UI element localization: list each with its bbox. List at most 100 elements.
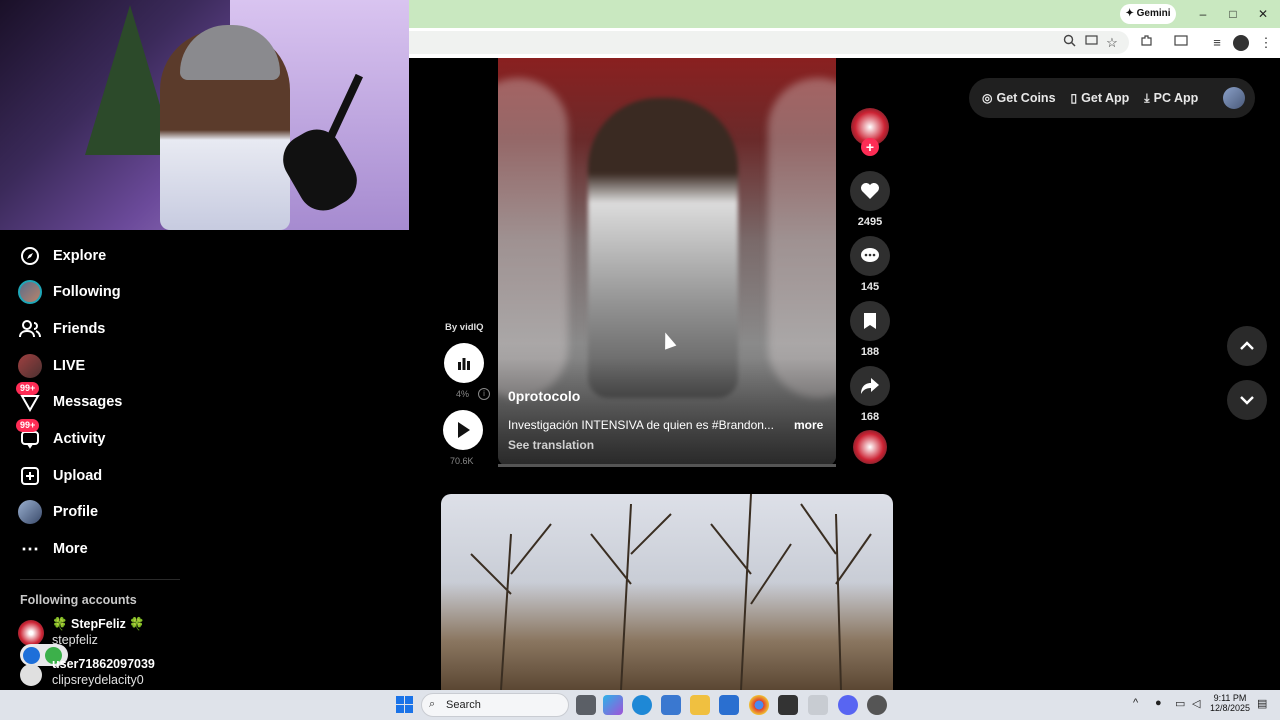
chrome-icon[interactable] (749, 695, 769, 715)
sidebar-item-activity[interactable]: 99+ Activity (16, 419, 208, 455)
get-coins-link[interactable]: ◎ Get Coins (982, 91, 1056, 105)
mail-icon[interactable] (719, 695, 739, 715)
share-button[interactable] (850, 366, 890, 406)
previous-video-button[interactable] (1227, 326, 1267, 366)
get-app-label: Get App (1081, 91, 1130, 105)
microphone-icon[interactable]: ● (1155, 697, 1162, 709)
close-window-button[interactable]: ✕ (1248, 4, 1278, 24)
sidebar-item-messages[interactable]: 99+ Messages (16, 382, 208, 418)
discord-icon[interactable] (838, 695, 858, 715)
account-avatar[interactable] (18, 620, 44, 646)
activity-icon: 99+ (16, 419, 42, 451)
like-button[interactable] (850, 171, 890, 211)
sidebar-item-label: Messages (53, 394, 123, 410)
file-explorer-icon[interactable] (690, 695, 710, 715)
taskbar-search[interactable]: ⌕ Search (421, 693, 569, 717)
search-icon: ⌕ (429, 698, 436, 710)
vidiq-stats-button[interactable] (444, 343, 484, 383)
minimize-button[interactable]: – (1188, 4, 1218, 24)
profile-avatar (18, 500, 42, 524)
account-name[interactable]: 🍀 StepFeliz 🍀 (52, 617, 145, 632)
taskbar-clock[interactable]: 9:11 PM 12/8/2025 (1208, 693, 1252, 713)
sidebar-item-following[interactable]: Following (18, 276, 208, 308)
play-button[interactable] (443, 410, 483, 450)
sidebar-item-more[interactable]: ⋯ More (18, 533, 208, 565)
account-name[interactable]: user71862097039 (52, 657, 155, 671)
windows-start-icon[interactable] (396, 696, 413, 713)
chevron-up-icon (1240, 341, 1254, 350)
address-bar[interactable] (409, 31, 1129, 54)
edge-icon[interactable] (632, 695, 652, 715)
network-icon[interactable]: ▭ (1175, 697, 1185, 710)
app-icon[interactable] (867, 695, 887, 715)
obs-icon[interactable] (778, 695, 798, 715)
cast-icon[interactable] (1082, 34, 1100, 52)
sound-disc-avatar[interactable] (853, 430, 887, 464)
notification-icon[interactable]: ▤ (1257, 697, 1267, 710)
store-icon[interactable] (661, 695, 681, 715)
video-player[interactable] (498, 58, 836, 466)
download-icon: ⤓ (1144, 90, 1150, 105)
gemini-button[interactable]: ✦ Gemini (1120, 4, 1176, 24)
heart-icon (861, 183, 879, 199)
info-icon[interactable]: i (478, 388, 490, 400)
volume-icon[interactable]: ◁ (1192, 697, 1200, 710)
xbox-icon[interactable] (808, 695, 828, 715)
task-view-icon[interactable] (576, 695, 596, 715)
video-frame-blur-right (768, 78, 836, 398)
sidebar-item-label: More (53, 541, 88, 557)
sidebar-item-profile[interactable]: Profile (18, 496, 208, 528)
account-handle[interactable]: clipsreydelacity0 (52, 673, 144, 687)
get-app-link[interactable]: ▯ Get App (1071, 91, 1130, 105)
see-translation-link[interactable]: See translation (508, 438, 594, 452)
trees-thumbnail (470, 494, 872, 690)
vidiq-logo-icon (23, 646, 40, 664)
video-progress-bar[interactable] (498, 464, 836, 467)
browser-profile-avatar[interactable] (1233, 35, 1249, 51)
clock-time: 9:11 PM (1213, 693, 1247, 703)
caption-more-link[interactable]: more (794, 418, 823, 432)
sidebar-item-friends[interactable]: Friends (18, 313, 208, 345)
like-count: 2495 (857, 216, 883, 228)
account-avatar[interactable] (20, 664, 42, 686)
sidebar-item-label: Profile (53, 504, 99, 520)
vidiq-label: By vidIQ (445, 322, 484, 333)
vidiq-percent: 4% (456, 389, 470, 399)
user-avatar[interactable] (1223, 87, 1245, 109)
video-frame-subject (588, 98, 738, 398)
vidiq-views: 70.6K (450, 456, 474, 466)
video-caption: Investigación INTENSIVA de quien es #Bra… (508, 418, 774, 432)
sidebar-item-upload[interactable]: Upload (18, 460, 208, 492)
share-icon (861, 378, 879, 394)
tray-chevron-icon[interactable]: ^ (1133, 697, 1138, 709)
comment-count: 145 (860, 281, 880, 293)
save-button[interactable] (850, 301, 890, 341)
copilot-icon[interactable] (603, 695, 623, 715)
pc-app-link[interactable]: ⤓ PC App (1144, 91, 1198, 106)
gemini-label: Gemini (1136, 8, 1171, 19)
save-count: 188 (860, 346, 880, 358)
video-author[interactable]: 0protocolo (508, 388, 580, 404)
search-label: Search (446, 699, 481, 711)
sidebar-item-label: Upload (53, 468, 103, 484)
comment-button[interactable] (850, 236, 890, 276)
zoom-icon[interactable] (1060, 34, 1078, 52)
upload-icon (18, 464, 42, 488)
tab-search-icon[interactable] (1172, 34, 1190, 52)
messages-icon: 99+ (16, 382, 42, 414)
maximize-button[interactable]: □ (1218, 4, 1248, 24)
webcam-overlay (0, 0, 409, 230)
video-frame-blur-left (498, 78, 568, 398)
play-icon (458, 422, 470, 438)
sidebar-item-explore[interactable]: Explore (18, 240, 208, 272)
media-control-icon[interactable]: ≡ (1208, 34, 1226, 52)
follow-plus-button[interactable]: + (861, 138, 879, 156)
browser-menu-icon[interactable]: ⋮ (1257, 34, 1275, 52)
top-actions-pill: ◎ Get Coins ▯ Get App ⤓ PC App (969, 78, 1255, 118)
sidebar-item-live[interactable]: LIVE (18, 350, 208, 382)
extensions-icon[interactable] (1137, 34, 1155, 52)
phone-icon: ▯ (1070, 91, 1078, 105)
next-video-preview[interactable] (441, 494, 893, 690)
bookmark-star-icon[interactable]: ☆ (1103, 34, 1121, 52)
next-video-button[interactable] (1227, 380, 1267, 420)
